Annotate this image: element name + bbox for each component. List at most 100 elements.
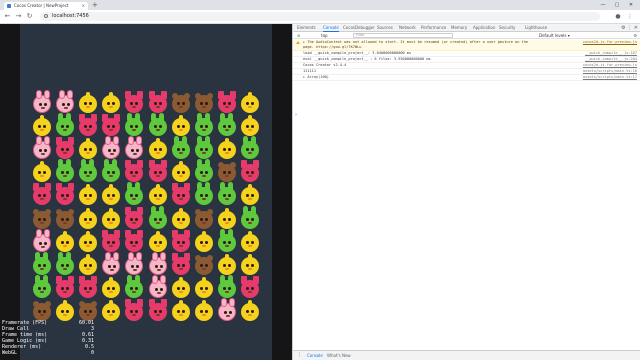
bear-tile[interactable] — [192, 254, 215, 277]
chick-tile[interactable] — [216, 137, 239, 161]
chick-tile[interactable] — [76, 253, 99, 277]
chick-tile[interactable] — [239, 114, 262, 138]
tab-close-icon[interactable]: × — [82, 2, 85, 10]
chick-tile[interactable] — [76, 207, 99, 231]
frog-tile[interactable] — [30, 251, 53, 277]
frog-tile[interactable] — [169, 135, 192, 161]
frog-tile[interactable] — [30, 275, 53, 301]
frog-tile[interactable] — [216, 228, 239, 254]
fox-tile[interactable] — [100, 113, 123, 138]
devtools-tab-cocosdebugger[interactable]: CocosDebugger — [343, 24, 375, 32]
chick-tile[interactable] — [146, 184, 169, 208]
frog-tile[interactable] — [192, 159, 215, 185]
clear-console-icon[interactable]: ⊘ — [297, 32, 300, 39]
devtools-tab-security[interactable]: Security — [499, 24, 515, 32]
devtools-tab-memory[interactable]: Memory — [451, 24, 467, 32]
close-window-button[interactable]: ✕ — [624, 0, 638, 10]
frog-tile[interactable] — [192, 135, 215, 161]
fox-tile[interactable] — [169, 252, 192, 277]
drawer-menu-icon[interactable]: ⋮ — [297, 351, 302, 360]
devtools-tab-performance[interactable]: Performance — [421, 24, 446, 32]
fox-tile[interactable] — [146, 90, 169, 115]
chick-tile[interactable] — [169, 207, 192, 231]
new-tab-button[interactable]: + — [92, 1, 98, 9]
console-source-link[interactable]: __quick_compile__.js:167 — [585, 51, 637, 56]
console-settings-icon[interactable]: ⚙ — [633, 32, 637, 39]
fox-tile[interactable] — [53, 183, 76, 208]
frog-tile[interactable] — [216, 112, 239, 138]
bunny-tile[interactable] — [30, 135, 53, 161]
chick-tile[interactable] — [76, 137, 99, 161]
bunny-tile[interactable] — [146, 275, 169, 301]
chick-tile[interactable] — [192, 277, 215, 301]
console-prompt[interactable]: › — [295, 112, 297, 118]
chick-tile[interactable] — [192, 300, 215, 324]
frog-tile[interactable] — [53, 159, 76, 185]
chick-tile[interactable] — [239, 230, 262, 254]
devtools-tab-lighthouse[interactable]: Lighthouse — [525, 24, 547, 32]
minimize-window-button[interactable]: — — [596, 0, 610, 10]
chick-tile[interactable] — [216, 207, 239, 231]
chick-tile[interactable] — [239, 91, 262, 115]
chick-tile[interactable] — [169, 277, 192, 301]
fox-tile[interactable] — [76, 113, 99, 138]
browser-menu-icon[interactable]: ⋮ — [626, 12, 634, 21]
chick-tile[interactable] — [146, 137, 169, 161]
console-filter-input[interactable]: Filter — [353, 33, 453, 38]
bear-tile[interactable] — [30, 208, 53, 231]
console-source-link[interactable]: assets/scripts/main.ts:17 — [583, 75, 637, 80]
fox-tile[interactable] — [123, 90, 146, 115]
bunny-tile[interactable] — [30, 89, 53, 115]
frog-tile[interactable] — [192, 182, 215, 208]
fox-tile[interactable] — [76, 276, 99, 301]
fox-tile[interactable] — [123, 206, 146, 231]
bear-tile[interactable] — [192, 92, 215, 115]
chick-tile[interactable] — [30, 114, 53, 138]
frog-tile[interactable] — [216, 182, 239, 208]
bunny-tile[interactable] — [100, 251, 123, 277]
chick-tile[interactable] — [76, 91, 99, 115]
fox-tile[interactable] — [216, 90, 239, 115]
chick-tile[interactable] — [239, 184, 262, 208]
frog-tile[interactable] — [239, 135, 262, 161]
chick-tile[interactable] — [169, 114, 192, 138]
console-warning[interactable]: ▸ The AudioContext was not allowed to st… — [293, 40, 640, 51]
log-levels-dropdown[interactable]: Default levels ▾ — [539, 32, 570, 39]
frog-tile[interactable] — [239, 205, 262, 231]
fox-tile[interactable] — [123, 299, 146, 324]
frog-tile[interactable] — [100, 159, 123, 185]
devtools-tab-application[interactable]: Application — [473, 24, 495, 32]
maximize-window-button[interactable]: ▢ — [610, 0, 624, 10]
chick-tile[interactable] — [146, 230, 169, 254]
frog-tile[interactable] — [216, 275, 239, 301]
fox-tile[interactable] — [169, 183, 192, 208]
bear-tile[interactable] — [192, 208, 215, 231]
fox-tile[interactable] — [239, 160, 262, 185]
devtools-tab-console[interactable]: Console — [323, 24, 339, 32]
chick-tile[interactable] — [76, 184, 99, 208]
frog-tile[interactable] — [123, 182, 146, 208]
fox-tile[interactable] — [30, 183, 53, 208]
fox-tile[interactable] — [146, 299, 169, 324]
bear-tile[interactable] — [53, 208, 76, 231]
bunny-tile[interactable] — [123, 251, 146, 277]
bear-tile[interactable] — [169, 92, 192, 115]
chick-tile[interactable] — [100, 207, 123, 231]
bunny-tile[interactable] — [53, 89, 76, 115]
chick-tile[interactable] — [239, 300, 262, 324]
context-selector[interactable]: top — [321, 32, 328, 39]
chick-tile[interactable] — [192, 230, 215, 254]
chick-tile[interactable] — [100, 277, 123, 301]
fox-tile[interactable] — [123, 229, 146, 254]
frog-tile[interactable] — [146, 112, 169, 138]
console-source-link[interactable]: assets/scripts/main.ts:16 — [583, 69, 637, 74]
chick-tile[interactable] — [169, 300, 192, 324]
bunny-tile[interactable] — [30, 228, 53, 254]
forward-button[interactable]: → — [14, 12, 23, 21]
frog-tile[interactable] — [53, 112, 76, 138]
bunny-tile[interactable] — [216, 298, 239, 324]
frog-tile[interactable] — [146, 205, 169, 231]
chick-tile[interactable] — [30, 161, 53, 185]
fox-tile[interactable] — [53, 276, 76, 301]
site-info-icon[interactable] — [44, 14, 48, 18]
